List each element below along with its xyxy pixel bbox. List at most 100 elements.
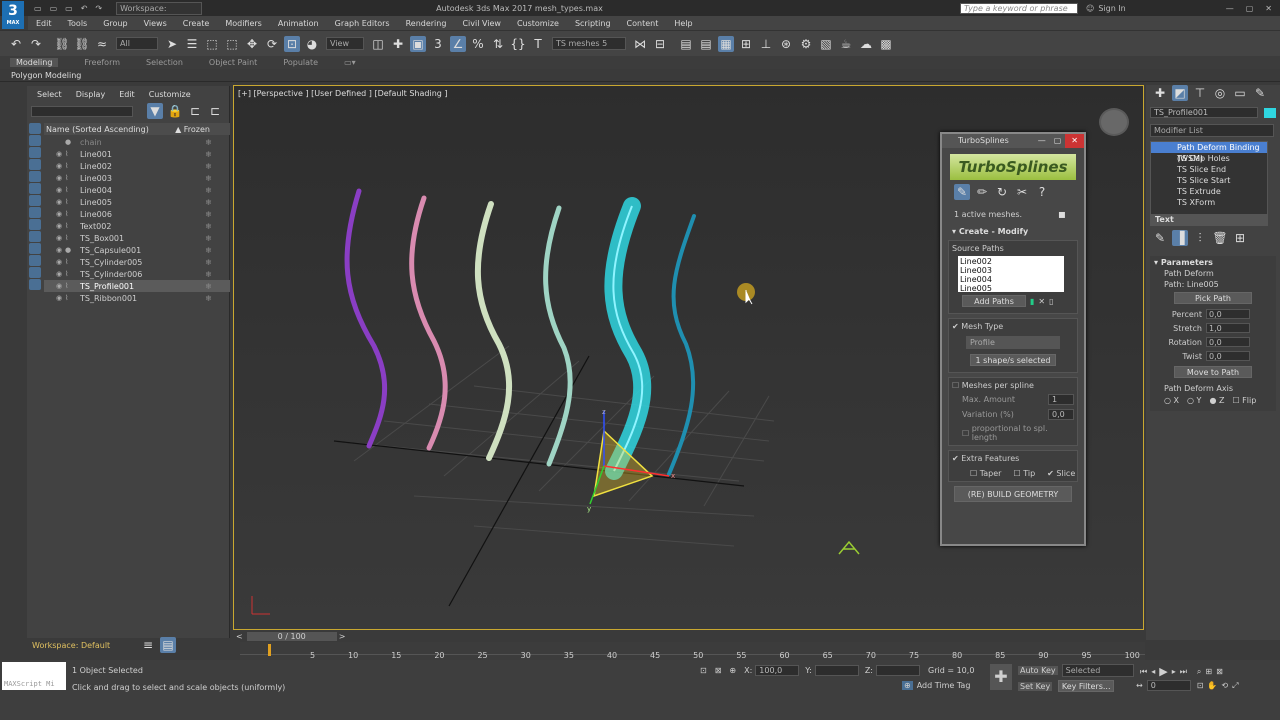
axis-z-radio[interactable]: ● bbox=[1209, 396, 1219, 405]
next-frame-icon[interactable]: ▸ bbox=[1172, 667, 1176, 676]
axis-y-radio[interactable]: ○ bbox=[1187, 396, 1197, 405]
visibility-icon[interactable]: ◉ bbox=[56, 234, 65, 242]
freeze-icon[interactable]: ❄ bbox=[205, 174, 212, 183]
key-mode-dropdown[interactable]: Selected bbox=[1061, 664, 1134, 677]
utilities-tab-icon[interactable]: ✎ bbox=[1252, 85, 1268, 101]
go-to-end-icon[interactable]: ⏭ bbox=[1180, 667, 1187, 677]
list-item[interactable]: ◉ ⌇ Line002 ❄ bbox=[44, 160, 230, 172]
path-item[interactable]: Line002 bbox=[960, 257, 1062, 266]
meshes-per-spline-checkbox[interactable]: ☐ bbox=[952, 381, 962, 390]
modifier-path-deform[interactable]: Path Deform Binding (WSM) bbox=[1151, 142, 1267, 163]
spline-mesh-pink[interactable] bbox=[409, 195, 448, 451]
modifier-cap-holes[interactable]: TS Cap Holes bbox=[1151, 153, 1267, 164]
redo-icon[interactable]: ↷ bbox=[28, 36, 44, 52]
undo-title-icon[interactable]: ↶ bbox=[81, 4, 88, 13]
mesh-action-icon[interactable]: ▪ bbox=[1054, 206, 1070, 222]
variation-field[interactable]: 0,0 bbox=[1048, 409, 1074, 420]
display-tab-icon[interactable]: ▭ bbox=[1232, 85, 1248, 101]
search-input[interactable]: Type a keyword or phrase bbox=[959, 2, 1078, 14]
spline-mesh-cream[interactable] bbox=[474, 201, 513, 461]
text-shape-object[interactable] bbox=[838, 540, 860, 555]
scale-icon[interactable]: ⊡ bbox=[284, 35, 300, 52]
freeze-icon[interactable]: ❄ bbox=[205, 246, 212, 255]
set-key-label[interactable]: Set Key bbox=[1018, 681, 1053, 691]
path-clear-icon[interactable]: ▯ bbox=[1049, 297, 1053, 306]
explorer-find-input[interactable] bbox=[31, 105, 133, 117]
material-editor-icon[interactable]: ⊛ bbox=[778, 36, 794, 52]
z-field[interactable] bbox=[876, 665, 921, 676]
visibility-icon[interactable]: ◉ bbox=[56, 222, 65, 230]
curve-editor-icon[interactable]: ⊞ bbox=[738, 36, 754, 52]
explorer-menu-select[interactable]: Select bbox=[37, 90, 62, 99]
time-config-icon[interactable]: ⊡ bbox=[1197, 681, 1204, 690]
freeze-icon[interactable]: ❄ bbox=[205, 234, 212, 243]
pan-icon[interactable]: ✋ bbox=[1207, 681, 1217, 690]
freeze-icon[interactable]: ❄ bbox=[205, 222, 212, 231]
visibility-icon[interactable]: ◉ bbox=[56, 270, 65, 278]
sign-in-link[interactable]: Sign In bbox=[1098, 4, 1125, 13]
explorer-menu-customize[interactable]: Customize bbox=[149, 90, 191, 99]
selection-region-icon[interactable]: ⬚ bbox=[204, 36, 220, 52]
mirror-icon[interactable]: ⋈ bbox=[632, 36, 648, 52]
rotation-field[interactable]: 0,0 bbox=[1206, 337, 1250, 347]
ribbon-polygon-modeling[interactable]: Polygon Modeling bbox=[11, 71, 81, 80]
freeze-icon[interactable]: ❄ bbox=[205, 270, 212, 279]
configure-sets-icon[interactable]: ⊞ bbox=[1232, 230, 1248, 246]
ribbon-toggle-icon[interactable]: ▦ bbox=[718, 35, 734, 52]
abs-rel-icon[interactable]: ⊕ bbox=[729, 666, 736, 675]
create-tab-icon[interactable]: ✚ bbox=[1152, 85, 1168, 101]
pick-path-button[interactable]: Pick Path bbox=[1174, 292, 1252, 304]
list-item[interactable]: ◉ ⌇ Line004 ❄ bbox=[44, 184, 230, 196]
stretch-field[interactable]: 1,0 bbox=[1206, 323, 1250, 333]
freeze-icon[interactable]: ❄ bbox=[205, 150, 212, 159]
help-icon[interactable]: ? bbox=[1034, 184, 1050, 200]
display-helpers-icon[interactable] bbox=[29, 183, 41, 194]
render-setup-icon[interactable]: ⚙ bbox=[798, 36, 814, 52]
ribbon-tab-modeling[interactable]: Modeling bbox=[10, 58, 59, 67]
menu-customize[interactable]: Customize bbox=[517, 19, 559, 28]
display-containers-icon[interactable] bbox=[29, 243, 41, 254]
menu-group[interactable]: Group bbox=[103, 19, 127, 28]
snaps-toggle-icon[interactable]: 3 bbox=[430, 36, 446, 52]
play-icon[interactable]: ▶ bbox=[1159, 665, 1167, 678]
freeze-icon[interactable]: ❄ bbox=[205, 210, 212, 219]
max-amount-field[interactable]: 1 bbox=[1048, 394, 1074, 405]
object-name-field[interactable]: TS_Profile001 bbox=[1150, 107, 1258, 118]
link-icon[interactable]: ⛓ bbox=[54, 36, 70, 52]
freeze-icon[interactable]: ❄ bbox=[205, 294, 212, 303]
modify-tab-icon[interactable]: ◩ bbox=[1172, 85, 1188, 101]
zoom-all-icon[interactable]: ⊞ bbox=[1205, 667, 1212, 676]
visibility-icon[interactable]: ◉ bbox=[56, 174, 65, 182]
visibility-icon[interactable]: ◉ bbox=[56, 150, 65, 158]
path-pick-icon[interactable]: ▮ bbox=[1030, 297, 1034, 306]
show-end-result-icon[interactable]: ▐ bbox=[1172, 230, 1188, 246]
set-key-button[interactable]: ✚ bbox=[990, 664, 1012, 690]
maximize-viewport-icon[interactable]: ⤢ bbox=[1232, 681, 1238, 691]
visibility-icon[interactable]: ◉ bbox=[56, 294, 65, 302]
layers-icon[interactable]: ≡ bbox=[140, 637, 156, 653]
align-icon[interactable]: ⊟ bbox=[652, 36, 668, 52]
column-name[interactable]: Name (Sorted Ascending) bbox=[46, 125, 149, 134]
maxscript-listener[interactable]: MAXScript Mi bbox=[2, 662, 66, 690]
user-icon[interactable]: ☺ bbox=[1086, 4, 1094, 13]
filter-icon[interactable]: ▼ bbox=[147, 103, 163, 119]
modifier-list-dropdown[interactable]: Modifier List bbox=[1150, 124, 1274, 137]
display-xrefs-icon[interactable] bbox=[29, 219, 41, 230]
selection-filter-dropdown[interactable]: All bbox=[116, 37, 158, 50]
freeze-icon[interactable]: ❄ bbox=[205, 258, 212, 267]
refresh-tool-icon[interactable]: ↻ bbox=[994, 184, 1010, 200]
menu-modifiers[interactable]: Modifiers bbox=[225, 19, 262, 28]
menu-graph-editors[interactable]: Graph Editors bbox=[335, 19, 390, 28]
visibility-icon[interactable]: ◉ bbox=[56, 186, 65, 194]
menu-animation[interactable]: Animation bbox=[278, 19, 319, 28]
select-object-icon[interactable]: ➤ bbox=[164, 36, 180, 52]
parameters-header[interactable]: ▾ Parameters bbox=[1150, 258, 1276, 267]
motion-tab-icon[interactable]: ◎ bbox=[1212, 85, 1228, 101]
save-file-icon[interactable]: ▭ bbox=[65, 4, 73, 13]
open-file-icon[interactable]: ▭ bbox=[50, 4, 58, 13]
display-all-icon[interactable] bbox=[29, 279, 41, 290]
isolate-icon[interactable]: ⊡ bbox=[700, 666, 707, 675]
named-selection-dropdown[interactable]: TS meshes 5 bbox=[552, 37, 626, 50]
bind-spacewarp-icon[interactable]: ≈ bbox=[94, 36, 110, 52]
menu-views[interactable]: Views bbox=[144, 19, 167, 28]
